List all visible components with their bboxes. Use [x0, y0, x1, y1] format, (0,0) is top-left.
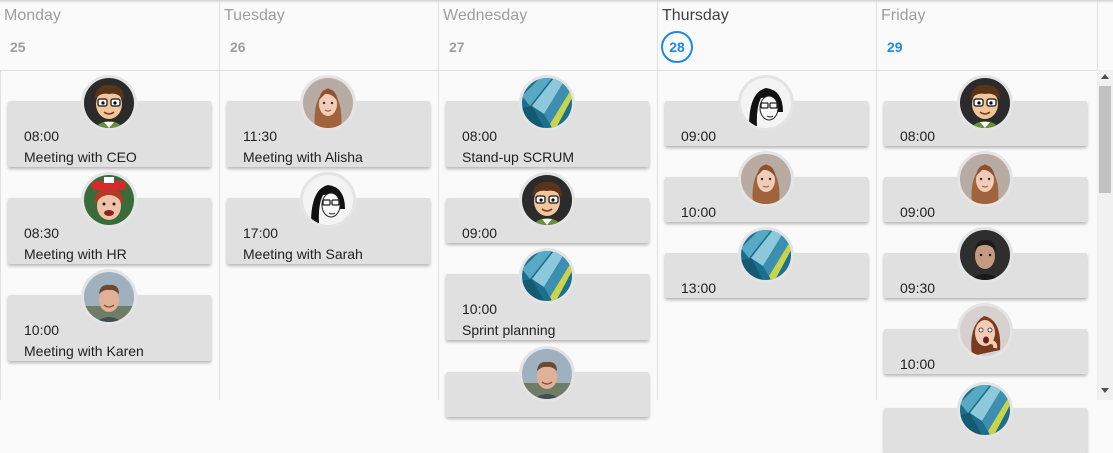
- event-title: Meeting with CEO: [24, 149, 137, 165]
- event-card[interactable]: 17:00 Meeting with Sarah: [227, 172, 430, 264]
- woman-glasses-avatar: [300, 172, 356, 228]
- today-date-badge: 28: [661, 31, 693, 63]
- event-time: 13:00: [681, 280, 717, 296]
- day-column-friday[interactable]: 08:00 09:00 09:30 10:00: [876, 71, 1097, 453]
- event-title: Sprint planning: [462, 322, 556, 338]
- day-number: 29: [887, 39, 903, 55]
- event-time: 11:30: [243, 128, 277, 144]
- cartoon-avatar-icon: [957, 75, 1013, 131]
- day-column-wednesday[interactable]: 08:00 Stand-up SCRUM 09:00 10:00 Sprint …: [438, 71, 657, 417]
- event-time: 09:00: [681, 128, 717, 144]
- day-header-wednesday[interactable]: Wednesday 27: [438, 0, 657, 70]
- event-time: 08:00: [900, 128, 936, 144]
- scroll-up-arrow-icon[interactable]: [1101, 74, 1109, 79]
- woman-portrait-avatar: [300, 75, 356, 131]
- day-header-monday[interactable]: Monday 25: [0, 0, 219, 70]
- event-time: 09:00: [462, 225, 498, 241]
- man-outdoor-avatar: [519, 346, 575, 402]
- event-time: 08:30: [24, 225, 60, 241]
- cartoon-avatar-icon: [81, 75, 137, 131]
- event-card[interactable]: [446, 346, 649, 417]
- team-logo-icon: [519, 248, 575, 304]
- event-title: Meeting with Karen: [24, 343, 144, 359]
- event-title: Meeting with Alisha: [243, 149, 363, 165]
- event-card[interactable]: 10:00 Sprint planning: [446, 248, 649, 340]
- day-name: Friday: [881, 7, 926, 24]
- day-number: 25: [10, 39, 26, 55]
- event-card[interactable]: 10:00: [665, 151, 868, 222]
- header-scroll-spacer: [1097, 0, 1113, 70]
- man-outdoor-avatar: [81, 269, 137, 325]
- day-name: Tuesday: [224, 7, 285, 24]
- event-title: Meeting with HR: [24, 246, 127, 262]
- event-card[interactable]: 08:00 Stand-up SCRUM: [446, 75, 649, 167]
- woman-portrait-avatar: [738, 151, 794, 207]
- team-logo-icon: [957, 382, 1013, 438]
- vertical-scrollbar[interactable]: [1097, 70, 1113, 400]
- day-name: Wednesday: [443, 7, 528, 24]
- event-time: 08:00: [24, 128, 60, 144]
- event-card[interactable]: 08:00 Meeting with CEO: [8, 75, 211, 167]
- event-time: 17:00: [243, 225, 279, 241]
- event-time: 10:00: [462, 301, 498, 317]
- event-card[interactable]: 09:30: [884, 227, 1087, 298]
- event-time: 09:00: [900, 204, 936, 220]
- cartoon-avatar-icon: [519, 172, 575, 228]
- day-header-thursday[interactable]: Thursday 28: [657, 0, 876, 70]
- team-logo-icon: [519, 75, 575, 131]
- event-card[interactable]: 09:00: [884, 151, 1087, 222]
- day-name: Monday: [4, 7, 61, 24]
- woman-red-hat-avatar: [81, 172, 137, 228]
- event-card[interactable]: [884, 382, 1087, 453]
- event-time: 10:00: [681, 204, 717, 220]
- toolbar-shadow: [0, 0, 1113, 3]
- team-logo-icon: [738, 227, 794, 283]
- event-title: Meeting with Sarah: [243, 246, 363, 262]
- event-card[interactable]: 08:00: [884, 75, 1087, 146]
- man-dark-avatar: [957, 227, 1013, 283]
- scroll-down-arrow-icon[interactable]: [1101, 388, 1109, 393]
- day-header-tuesday[interactable]: Tuesday 26: [219, 0, 438, 70]
- day-number: 27: [449, 39, 465, 55]
- scrollbar-thumb[interactable]: [1099, 86, 1111, 193]
- event-card[interactable]: 09:00: [665, 75, 868, 146]
- event-card[interactable]: 08:30 Meeting with HR: [8, 172, 211, 264]
- woman-portrait-avatar: [957, 151, 1013, 207]
- event-time: 09:30: [900, 280, 936, 296]
- day-header-friday[interactable]: Friday 29: [876, 0, 1097, 70]
- day-column-monday[interactable]: 08:00 Meeting with CEO 08:30 Meeting wit…: [0, 71, 219, 400]
- woman-surprised-avatar: [957, 303, 1013, 359]
- day-column-tuesday[interactable]: 11:30 Meeting with Alisha 17:00 Meeting …: [219, 71, 438, 400]
- event-card[interactable]: 11:30 Meeting with Alisha: [227, 75, 430, 167]
- event-time: 10:00: [24, 322, 60, 338]
- event-card[interactable]: 10:00: [884, 303, 1087, 374]
- week-header: Monday 25 Tuesday 26 Wednesday 27 Thursd…: [0, 0, 1097, 71]
- day-name: Thursday: [662, 7, 729, 24]
- event-title: Stand-up SCRUM: [462, 149, 575, 165]
- event-time: 10:00: [900, 356, 936, 372]
- event-card[interactable]: 13:00: [665, 227, 868, 298]
- event-time: 08:00: [462, 128, 498, 144]
- woman-glasses-avatar: [738, 75, 794, 131]
- event-card[interactable]: 09:00: [446, 172, 649, 243]
- event-card[interactable]: 10:00 Meeting with Karen: [8, 269, 211, 361]
- day-column-thursday[interactable]: 09:00 10:00 13:00: [657, 71, 876, 400]
- day-number: 26: [230, 39, 246, 55]
